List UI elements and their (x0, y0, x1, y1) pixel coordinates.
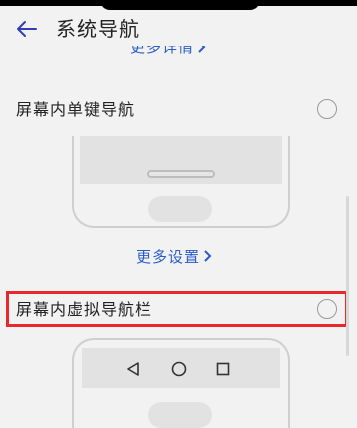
chevron-right-icon (204, 250, 212, 262)
option-label: 屏幕内单键导航 (16, 100, 136, 119)
option-single-key-nav[interactable]: 屏幕内单键导航 (0, 90, 357, 130)
more-settings-link[interactable]: 更多设置 (136, 246, 212, 266)
virtual-nav-bar-illustration (72, 338, 290, 428)
highlight-box (6, 291, 348, 327)
more-details-link[interactable]: 更多详情 (130, 46, 206, 64)
home-circle-icon (168, 358, 190, 380)
back-triangle-icon (122, 358, 144, 380)
radio-button[interactable] (317, 99, 337, 119)
app-header: 系统导航 (0, 6, 357, 50)
recents-square-icon (212, 358, 234, 380)
back-arrow-icon[interactable] (14, 18, 40, 40)
nav-bar-line (147, 170, 215, 178)
page-title: 系统导航 (56, 17, 140, 41)
home-button (148, 402, 212, 428)
home-button (148, 196, 212, 222)
chevron-right-icon (198, 46, 206, 53)
more-details-label: 更多详情 (130, 46, 195, 56)
single-key-nav-illustration (72, 136, 290, 228)
scrollbar[interactable] (346, 196, 349, 356)
more-settings-label: 更多设置 (136, 247, 201, 266)
